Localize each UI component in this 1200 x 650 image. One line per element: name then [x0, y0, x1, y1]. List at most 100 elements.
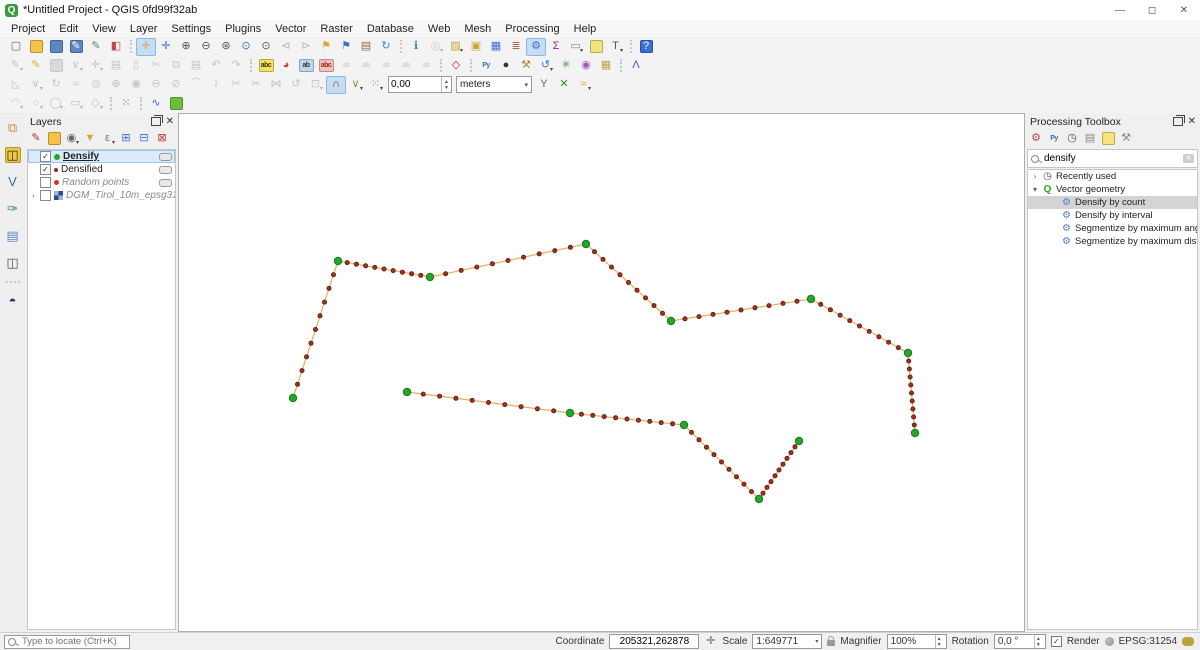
magnifier-spinner[interactable]: 100% ▲▼ [887, 634, 947, 649]
vertex-tool-dropdown-icon[interactable]: ▾ [100, 66, 103, 75]
open-project-button[interactable] [26, 38, 46, 56]
algorithm-row[interactable]: ⚙Segmentize by maximum angle [1028, 222, 1197, 235]
snap-units-select[interactable]: meters▾ [456, 76, 532, 93]
topological-editing-button[interactable]: Y [534, 76, 554, 94]
layer-row[interactable]: ›DGM_Tirol_10m_epsg31254 [28, 189, 175, 202]
memory-layer-indicator-icon[interactable] [159, 179, 172, 187]
expander-icon[interactable]: ▾ [1031, 185, 1039, 194]
zoom-next-button[interactable]: ⊳ [296, 38, 316, 56]
show-spatial-bookmarks-button[interactable]: ⚑ [336, 38, 356, 56]
select-within-distance-button[interactable]: ⁙ [116, 95, 136, 113]
locator-box[interactable] [4, 635, 130, 649]
results-viewer-button[interactable]: ▤ [1081, 130, 1099, 148]
rotation-spinner[interactable]: 0,0 ° ▲▼ [994, 634, 1046, 649]
zoom-to-layer-button[interactable]: ⊙ [256, 38, 276, 56]
plugin-purple-button[interactable]: ◉ [576, 57, 596, 75]
map-canvas[interactable] [178, 113, 1025, 632]
regular-polygon-tool-dropdown-icon[interactable]: ▾ [100, 104, 103, 113]
text-annotation-dropdown-icon[interactable]: ▾ [620, 47, 623, 56]
rotate-label-button[interactable]: ab [396, 57, 416, 75]
move-label-button[interactable]: ab [376, 57, 396, 75]
menu-view[interactable]: View [85, 22, 123, 36]
python-console-button[interactable]: Py [476, 57, 496, 75]
panel-close-icon[interactable]: ✕ [1188, 117, 1196, 127]
remove-layer-button[interactable]: ⊠ [153, 130, 171, 148]
zoom-full-extent-button[interactable]: ⊛ [216, 38, 236, 56]
georeferencer-button[interactable]: ▦ [596, 57, 616, 75]
menu-plugins[interactable]: Plugins [218, 22, 268, 36]
new-spatial-bookmark-button[interactable]: ⚑ [316, 38, 336, 56]
labeling-rule-based-button[interactable]: abc [316, 57, 336, 75]
manage-map-themes-dropdown-icon[interactable]: ▾ [76, 139, 79, 148]
add-geopackage-layer-button[interactable]: ✑ [3, 199, 23, 219]
tracing-dropdown-icon[interactable]: ▾ [588, 85, 591, 94]
show-unplaced-labels-button[interactable]: ◇ [446, 57, 466, 75]
construction-mode-dropdown-icon[interactable]: ▾ [40, 85, 43, 94]
style-manager-button[interactable]: ◧ [106, 38, 126, 56]
collapse-all-button[interactable]: ⊟ [135, 130, 153, 148]
maximize-button[interactable]: ◻ [1136, 0, 1168, 20]
filter-by-expression-dropdown-icon[interactable]: ▾ [112, 139, 115, 148]
plugin-green-button[interactable]: ✳ [556, 57, 576, 75]
processing-toolbox-button[interactable]: ⚙ [526, 38, 546, 56]
statistics-panel-button[interactable]: Σ [546, 38, 566, 56]
lambda-tool-button[interactable]: Λ [626, 57, 646, 75]
digitize-polyline-dropdown-icon[interactable]: ▾ [80, 66, 83, 75]
select-by-expression-button[interactable]: ◎▾ [426, 38, 446, 56]
add-part-button[interactable]: ⊕ [106, 76, 126, 94]
field-calculator-button[interactable]: ≣ [506, 38, 526, 56]
reshape-features-button[interactable]: ≀ [206, 76, 226, 94]
menu-layer[interactable]: Layer [123, 22, 165, 36]
algorithm-row[interactable]: ⚙Segmentize by maximum distance [1028, 235, 1197, 248]
delete-ring-button[interactable]: ⊖ [146, 76, 166, 94]
rotate-feature-button[interactable]: ↻ [46, 76, 66, 94]
osm-tools-dropdown-icon[interactable]: ▾ [550, 66, 553, 75]
panel-float-icon[interactable] [151, 117, 161, 126]
zoom-to-selection-button[interactable]: ⊙ [236, 38, 256, 56]
pin-labels-button[interactable]: ab [336, 57, 356, 75]
modify-attributes-button[interactable]: ▤ [106, 57, 126, 75]
locator-input[interactable] [20, 635, 126, 648]
add-group-button[interactable] [45, 130, 63, 148]
expand-all-button[interactable]: ⊞ [117, 130, 135, 148]
algorithm-row[interactable]: ▾QVector geometry [1028, 183, 1197, 196]
expander-icon[interactable]: › [1031, 172, 1039, 181]
spinner-arrows-icon[interactable]: ▲▼ [441, 77, 451, 92]
toggle-editing-button[interactable]: ✎ [26, 57, 46, 75]
current-edits-button[interactable]: ✎▾ [6, 57, 26, 75]
menu-processing[interactable]: Processing [498, 22, 566, 36]
circle-tool-button[interactable]: ○▾ [26, 95, 46, 113]
current-edits-dropdown-icon[interactable]: ▾ [20, 66, 23, 75]
pan-map-button[interactable]: ✛ [136, 38, 156, 56]
crs-globe-icon[interactable] [1105, 637, 1114, 646]
menu-database[interactable]: Database [360, 22, 421, 36]
circular-string-dropdown-icon[interactable]: ▾ [20, 104, 23, 113]
ellipse-tool-button[interactable]: ◯▾ [46, 95, 66, 113]
save-layer-edits-button[interactable] [46, 57, 66, 75]
pan-to-selection-button[interactable]: ✛ [156, 38, 176, 56]
merge-features-button[interactable]: ⋈ [266, 76, 286, 94]
algorithm-row[interactable]: ⚙Densify by count [1028, 196, 1197, 209]
edit-features-in-place-button[interactable] [1099, 130, 1117, 148]
trim-extend-dropdown-icon[interactable]: ▾ [320, 85, 323, 94]
cad-tools-button[interactable]: ◺ [6, 76, 26, 94]
extents-icon[interactable]: ✛ [704, 635, 717, 648]
measure-button[interactable]: ▭▾ [566, 38, 586, 56]
new-project-button[interactable]: ▢ [6, 38, 26, 56]
circular-string-button[interactable]: ◠▾ [6, 95, 26, 113]
memory-layer-indicator-icon[interactable] [159, 153, 172, 161]
construction-mode-button[interactable]: ∨▾ [26, 76, 46, 94]
undo-button[interactable]: ↶ [206, 57, 226, 75]
save-project-button[interactable] [46, 38, 66, 56]
algorithm-row[interactable]: ⚙Densify by interval [1028, 209, 1197, 222]
snap-mode-button[interactable]: ∨▾ [346, 76, 366, 94]
lock-icon[interactable] [827, 640, 835, 646]
spinner-arrows-icon[interactable]: ▲▼ [1034, 635, 1042, 648]
menu-settings[interactable]: Settings [164, 22, 218, 36]
db-manager-button[interactable]: ◓ [3, 291, 23, 311]
trim-extend-button[interactable]: ⊡▾ [306, 76, 326, 94]
rectangle-tool-button[interactable]: ▭▾ [66, 95, 86, 113]
highlight-pinned-labels-button[interactable]: ab [356, 57, 376, 75]
identify-features-button[interactable]: ℹ [406, 38, 426, 56]
zoom-in-button[interactable]: ⊕ [176, 38, 196, 56]
